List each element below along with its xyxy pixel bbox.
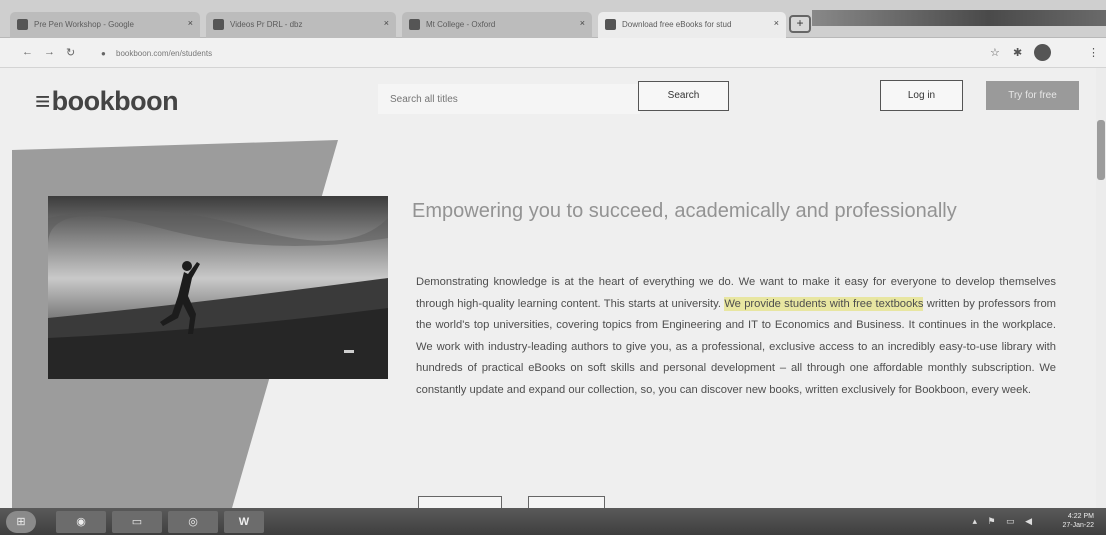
- tab-close-icon[interactable]: ×: [774, 18, 779, 28]
- hamburger-icon[interactable]: ≡: [35, 86, 50, 116]
- highlighted-text: We provide students with free textbooks: [724, 296, 924, 311]
- login-button[interactable]: Log in: [880, 80, 963, 111]
- tab-favicon-icon: [17, 19, 28, 30]
- new-tab-button[interactable]: +: [789, 15, 811, 33]
- file-explorer-icon[interactable]: ▭: [112, 511, 162, 533]
- tab-title: Videos Pr DRL - dbz: [230, 20, 303, 29]
- hero-body-text: Demonstrating knowledge is at the heart …: [416, 272, 1056, 402]
- reload-icon[interactable]: ↻: [66, 46, 75, 59]
- tab-favicon-icon: [213, 19, 224, 30]
- hero-image: [12, 140, 388, 508]
- word-icon[interactable]: W: [224, 511, 264, 533]
- scrollbar-thumb[interactable]: [1097, 120, 1105, 180]
- windows-taskbar: ⊞ ◉ ▭ ◎ W ▴ ⚑ ▭ ◀ 4:22 PM 27-Jan-22: [0, 508, 1106, 535]
- tab-close-icon[interactable]: ×: [580, 18, 585, 28]
- windows-start-icon[interactable]: ⊞: [6, 511, 36, 533]
- back-icon[interactable]: ←: [22, 46, 33, 58]
- body-text-part: written by professors from the world's t…: [416, 297, 1057, 396]
- clock-date: 27-Jan-22: [1062, 522, 1094, 529]
- lock-icon: ●: [101, 49, 106, 58]
- tab-title: Mt College - Oxford: [426, 20, 496, 29]
- url-text: bookboon.com/en/students: [116, 49, 213, 58]
- extensions-icon[interactable]: ✱: [1013, 46, 1022, 59]
- browser-tab-active[interactable]: Download free eBooks for stud ×: [598, 12, 786, 38]
- page-scrollbar[interactable]: [1096, 68, 1106, 508]
- tab-close-icon[interactable]: ×: [384, 18, 389, 28]
- browser-tab-3[interactable]: Mt College - Oxford ×: [402, 12, 592, 38]
- web-page: ≡bookboon Search Log in Try for free Emp…: [0, 68, 1106, 508]
- browser-toolbar: ← → ↻ ● bookboon.com/en/students ☆ ✱ ⋮: [0, 38, 1106, 68]
- clock-time: 4:22 PM: [1067, 513, 1094, 520]
- hero-cta-button-secondary[interactable]: [528, 496, 605, 508]
- media-player-icon[interactable]: ◎: [168, 511, 218, 533]
- system-tray-icons[interactable]: ▴ ⚑ ▭ ◀: [972, 516, 1036, 527]
- bookmark-star-icon[interactable]: ☆: [990, 46, 1000, 59]
- tab-favicon-icon: [605, 19, 616, 30]
- try-for-free-button[interactable]: Try for free: [986, 81, 1079, 110]
- tab-close-icon[interactable]: ×: [188, 18, 193, 28]
- browser-menu-icon[interactable]: ⋮: [1088, 46, 1099, 59]
- taskbar-clock[interactable]: 4:22 PM 27-Jan-22: [1062, 512, 1094, 530]
- forward-icon[interactable]: →: [44, 46, 55, 58]
- bookboon-logo[interactable]: ≡bookboon: [35, 86, 179, 117]
- hero-headline: Empowering you to succeed, academically …: [412, 200, 957, 222]
- browser-tab-bar: Pre Pen Workshop - Google × Videos Pr DR…: [0, 0, 1106, 38]
- address-bar[interactable]: ● bookboon.com/en/students: [96, 44, 976, 63]
- search-button[interactable]: Search: [638, 81, 729, 111]
- browser-tab-1[interactable]: Pre Pen Workshop - Google ×: [10, 12, 200, 38]
- window-title-strip: [812, 10, 1106, 26]
- hero-cta-button-primary[interactable]: [418, 496, 502, 508]
- tab-title: Pre Pen Workshop - Google: [34, 20, 134, 29]
- chrome-icon[interactable]: ◉: [56, 511, 106, 533]
- browser-tab-2[interactable]: Videos Pr DRL - dbz ×: [206, 12, 396, 38]
- tab-title: Download free eBooks for stud: [622, 20, 732, 29]
- profile-avatar[interactable]: [1034, 44, 1051, 61]
- search-input[interactable]: [378, 84, 640, 114]
- logo-text: bookboon: [51, 86, 179, 116]
- tab-favicon-icon: [409, 19, 420, 30]
